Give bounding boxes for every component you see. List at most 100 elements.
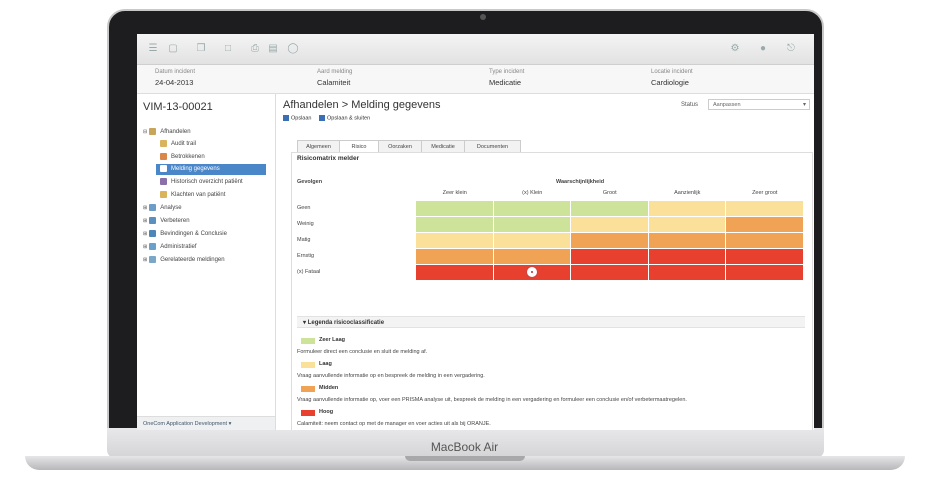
expand-icon[interactable]: ⊞ <box>143 231 147 237</box>
matrix-cell[interactable] <box>493 249 570 264</box>
matrix-cell[interactable] <box>493 233 570 248</box>
expand-icon[interactable]: ⊞ <box>143 244 147 250</box>
matrix-cell[interactable] <box>726 201 803 216</box>
gear-icon <box>149 229 157 237</box>
print-icon[interactable]: ⎙ <box>249 43 261 54</box>
document-icon <box>149 242 157 250</box>
settings-icon[interactable]: ⚙ <box>729 43 741 54</box>
sidebar-item-audit-trail[interactable]: Audit trail <box>160 139 196 150</box>
menu-icon[interactable]: ☰ <box>147 43 159 54</box>
export-icon[interactable]: ▤ <box>267 43 279 54</box>
sidebar-item-klachten[interactable]: Klachten van patiënt <box>160 190 225 201</box>
matrix-cell[interactable] <box>493 217 570 232</box>
matrix-cell[interactable] <box>416 217 493 232</box>
camera-icon <box>480 14 486 20</box>
tool-icon <box>160 139 167 147</box>
expand-icon[interactable]: ⊞ <box>143 218 147 224</box>
info-value: Medicatie <box>489 78 522 87</box>
legend-header[interactable]: ▾ Legenda risicoclassificatie <box>297 316 805 328</box>
matrix-cell[interactable] <box>571 265 648 280</box>
collapse-icon[interactable]: ⊟ <box>143 129 147 135</box>
sidebar-item-historisch-overzicht[interactable]: Historisch overzicht patiënt <box>160 177 243 188</box>
matrix-cell[interactable] <box>416 249 493 264</box>
sidebar-item-label: Historisch overzicht patiënt <box>171 179 243 185</box>
laptop-notch <box>405 456 525 461</box>
link-icon <box>149 255 157 263</box>
matrix-cell[interactable] <box>571 217 648 232</box>
copy-icon[interactable]: ❐ <box>195 43 207 54</box>
info-type: Type incident Medicatie <box>489 69 524 87</box>
toolbar: ☰ ▢ ❐ □ ⎙ ▤ ◯ ⚙ ● ⎋ <box>137 34 814 65</box>
expand-icon[interactable]: ⊞ <box>143 257 147 263</box>
legend-desc: Vraag aanvullende informatie op, voer ee… <box>297 397 687 403</box>
sidebar-item-administratief[interactable]: ⊞ Administratief <box>143 242 197 253</box>
column-header: Aanzienlijk <box>674 190 701 196</box>
sidebar-item-melding-gegevens[interactable]: Melding gegevens <box>156 164 266 175</box>
matrix-cell[interactable] <box>726 217 803 232</box>
sidebar-item-label: Verbeteren <box>160 218 190 224</box>
user-icon[interactable]: ● <box>757 43 769 54</box>
info-location: Locatie incident Cardiologie <box>651 69 693 87</box>
legend-swatch <box>301 386 315 392</box>
info-label: Datum incident <box>155 69 196 75</box>
row-label: Ernstig <box>297 253 315 259</box>
matrix-cell[interactable] <box>648 201 725 216</box>
row-label: Geen <box>297 205 311 211</box>
filter-icon[interactable]: ◯ <box>287 43 299 54</box>
main-content: Afhandelen > Melding gegevens Status Aan… <box>276 94 814 430</box>
matrix-cell[interactable] <box>648 217 725 232</box>
status-value: Aanpassen <box>713 102 741 108</box>
sidebar-item-label: Analyse <box>160 205 182 211</box>
info-kind: Aard melding Calamiteit <box>317 69 352 87</box>
status-select[interactable]: Aanpassen ▾ <box>708 99 810 110</box>
info-label: Type incident <box>489 69 525 75</box>
expand-icon[interactable]: ⊞ <box>143 205 147 211</box>
sidebar-item-afhandelen[interactable]: ⊟ Afhandelen <box>143 127 191 138</box>
sidebar-item-label: Gerelateerde meldingen <box>160 257 225 263</box>
column-header: Zeer groot <box>752 190 778 196</box>
matrix-cell[interactable] <box>648 265 725 280</box>
document-icon[interactable]: ▢ <box>167 43 179 54</box>
x-header: Waarschijnlijkheid <box>556 179 605 185</box>
incident-infobar: Datum incident 24-04-2013 Aard melding C… <box>137 65 814 94</box>
sidebar-item-label: Klachten van patiënt <box>171 192 226 198</box>
sidebar-item-gerelateerde[interactable]: ⊞ Gerelateerde meldingen <box>143 255 225 266</box>
legend-name: Laag <box>319 361 332 367</box>
matrix-cell[interactable] <box>571 249 648 264</box>
matrix-cell[interactable] <box>416 265 493 280</box>
legend-name: Midden <box>319 385 339 391</box>
page-icon[interactable]: □ <box>222 43 234 54</box>
matrix-cell[interactable] <box>493 201 570 216</box>
save-close-label: Opslaan & sluiten <box>327 115 371 122</box>
matrix-cell[interactable] <box>648 249 725 264</box>
sidebar-item-label: Bevindingen & Conclusie <box>160 231 227 237</box>
sidebar-item-label: Betrokkenen <box>171 154 205 160</box>
legend-swatch <box>301 362 315 368</box>
vendor-footer[interactable]: OneCom Application Development ▾ <box>137 416 275 430</box>
matrix-cell[interactable] <box>571 201 648 216</box>
tool-icon <box>149 127 157 135</box>
tool-icon <box>160 190 167 198</box>
legend-title: Legenda risicoclassificatie <box>307 320 385 326</box>
matrix-cell[interactable] <box>648 233 725 248</box>
sidebar-item-bevindingen[interactable]: ⊞ Bevindingen & Conclusie <box>143 229 227 240</box>
power-icon[interactable]: ⎋ <box>785 43 797 54</box>
matrix-cell[interactable] <box>726 265 803 280</box>
sidebar-item-betrokkenen[interactable]: Betrokkenen <box>160 152 205 163</box>
matrix-cell[interactable] <box>726 233 803 248</box>
legend-desc: Vraag aanvullende informatie op en bespr… <box>297 373 485 379</box>
sidebar-item-analyse[interactable]: ⊞ Analyse <box>143 203 182 214</box>
sidebar-item-verbeteren[interactable]: ⊞ Verbeteren <box>143 216 190 227</box>
column-header: (x) Klein <box>522 190 543 196</box>
save-close-button[interactable]: Opslaan & sluiten <box>319 115 370 121</box>
y-header: Gevolgen <box>297 179 323 185</box>
matrix-cell[interactable] <box>571 233 648 248</box>
matrix-cell[interactable] <box>416 233 493 248</box>
matrix-cell[interactable] <box>726 249 803 264</box>
save-button[interactable]: Opslaan <box>283 115 312 121</box>
row-label: Weinig <box>297 221 314 227</box>
legend-name: Hoog <box>319 409 334 415</box>
matrix-cell[interactable] <box>416 201 493 216</box>
save-icon <box>319 115 326 121</box>
info-value: Cardiologie <box>651 78 689 87</box>
